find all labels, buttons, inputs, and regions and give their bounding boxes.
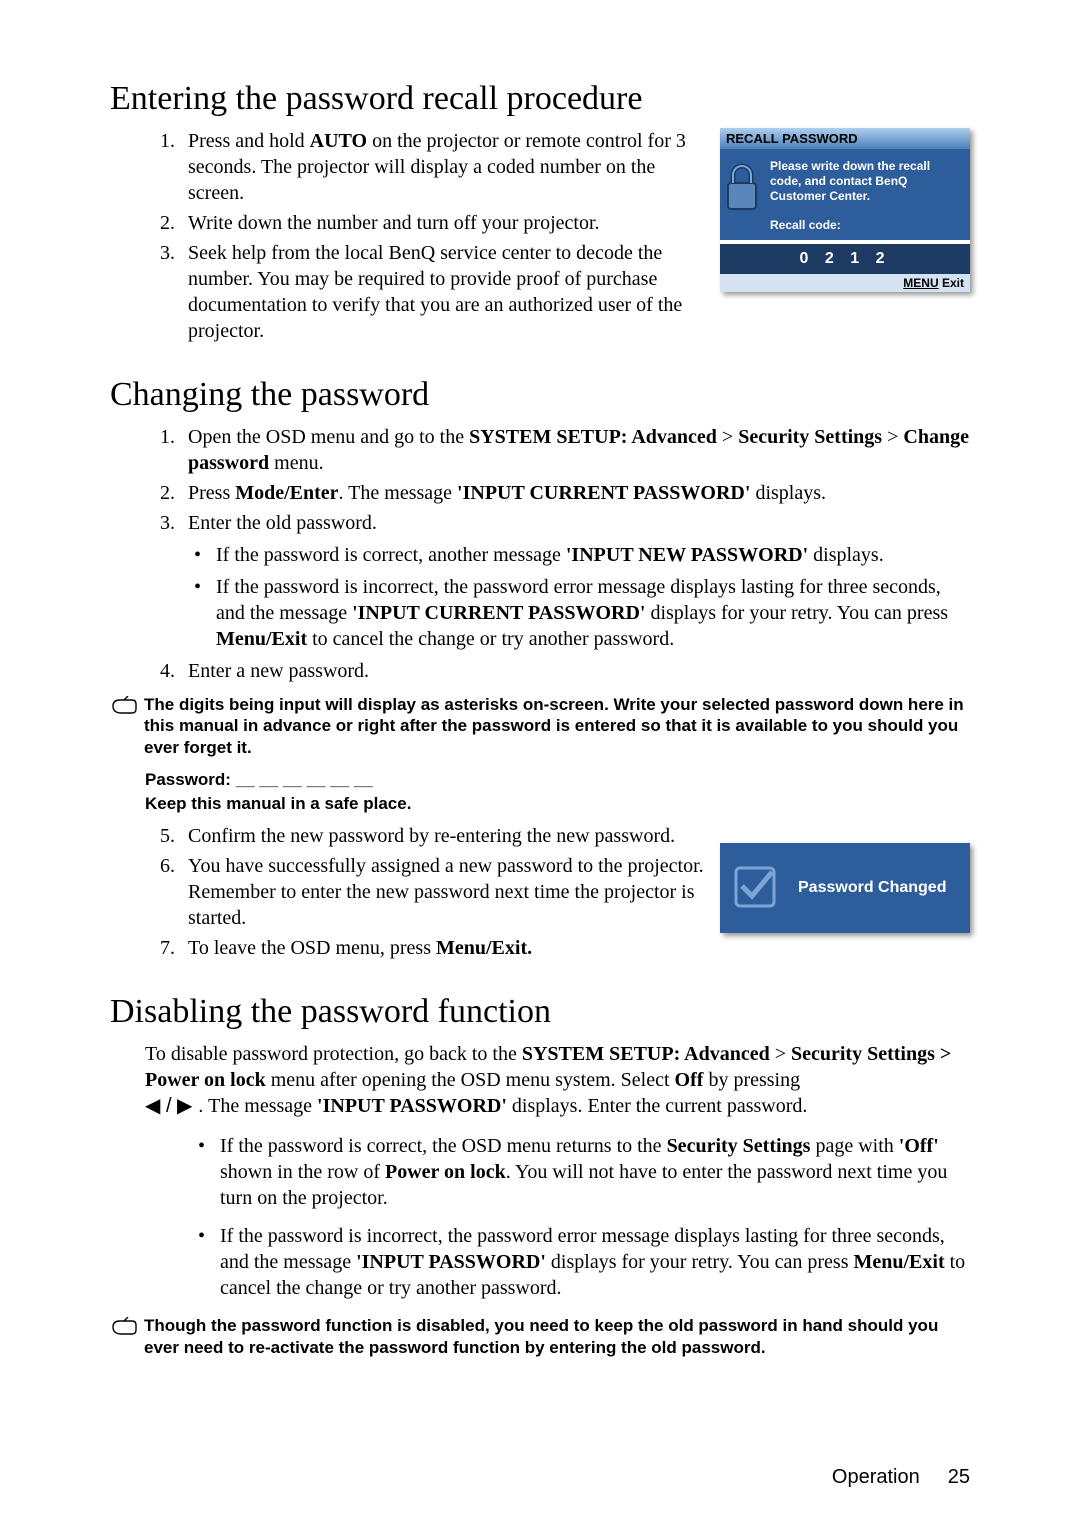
s3-note2: Though the password function is disabled…: [144, 1315, 970, 1358]
s3-para: To disable password protection, go back …: [145, 1041, 970, 1119]
recall-dialog-msg: Please write down the recall code, and c…: [770, 159, 962, 204]
s1-step-2: Write down the number and turn off your …: [180, 210, 708, 236]
page-footer: Operation 25: [832, 1466, 970, 1489]
s3-sub2: If the password is incorrect, the passwo…: [220, 1223, 970, 1301]
recall-code-label: Recall code:: [770, 218, 962, 232]
recall-dialog-title: RECALL PASSWORD: [720, 128, 970, 149]
recall-password-dialog: RECALL PASSWORD Please write down the re…: [720, 128, 970, 292]
recall-code-value: 0 2 1 2: [720, 244, 970, 274]
hand-pointer-icon: [110, 1317, 140, 1342]
heading-disabling-password: Disabling the password function: [110, 993, 970, 1031]
recall-dialog-footer: MENU Exit: [720, 274, 970, 292]
hand-pointer-icon: [110, 696, 140, 721]
s2-step-6: You have successfully assigned a new pas…: [180, 853, 708, 931]
s1-step-1: Press and hold AUTO on the projector or …: [180, 128, 708, 206]
password-blank-line: Password: __ __ __ __ __ __: [145, 768, 970, 792]
checkmark-icon: [732, 862, 780, 915]
s2-step-7: To leave the OSD menu, press Menu/Exit.: [180, 935, 708, 961]
s2-note1: The digits being input will display as a…: [144, 694, 970, 758]
s2-sub3a: If the password is correct, another mess…: [216, 542, 970, 568]
footer-section-label: Operation: [832, 1466, 920, 1488]
s2-step-5: Confirm the new password by re-entering …: [180, 823, 708, 849]
page-number: 25: [948, 1466, 970, 1488]
password-changed-dialog: Password Changed: [720, 843, 970, 933]
heading-changing-password: Changing the password: [110, 376, 970, 414]
s2-step-1: Open the OSD menu and go to the SYSTEM S…: [180, 424, 970, 476]
s2-step-4: Enter a new password.: [180, 658, 970, 684]
s2-sub3b: If the password is incorrect, the passwo…: [216, 574, 970, 652]
lock-icon: [724, 159, 760, 217]
password-changed-text: Password Changed: [798, 879, 946, 897]
left-right-arrow-icon: ◀ / ▶ .: [145, 1095, 204, 1117]
s1-step-3: Seek help from the local BenQ service ce…: [180, 240, 708, 344]
s2-step-2: Press Mode/Enter. The message 'INPUT CUR…: [180, 480, 970, 506]
heading-entering-recall: Entering the password recall procedure: [110, 80, 970, 118]
keep-manual-line: Keep this manual in a safe place.: [145, 792, 970, 816]
s2-step-3: Enter the old password. If the password …: [180, 510, 970, 652]
s3-sub1: If the password is correct, the OSD menu…: [220, 1133, 970, 1211]
